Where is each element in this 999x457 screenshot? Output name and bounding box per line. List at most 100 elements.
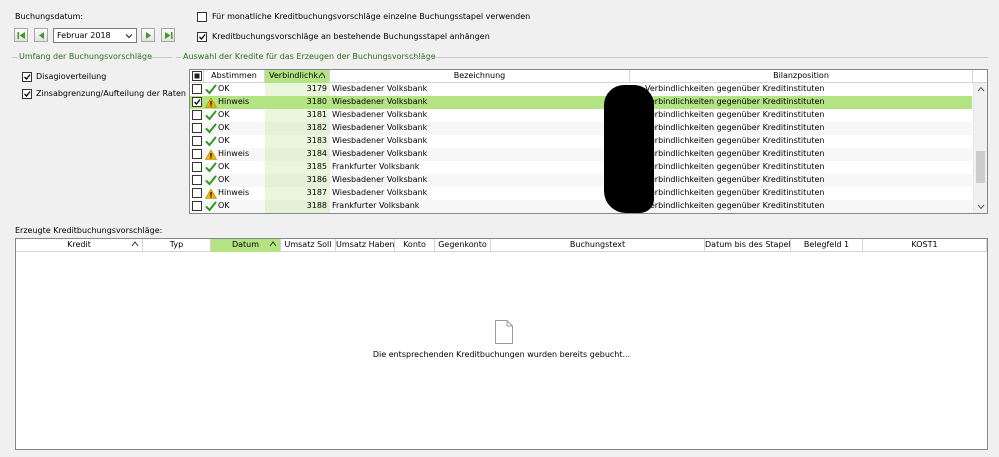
col-konto[interactable]: Konto (395, 239, 435, 252)
bezeichnung-text: Wiesbadener Volksbank (332, 188, 428, 197)
row-select-checkbox[interactable] (192, 97, 202, 107)
bezeichnung-text: Wiesbadener Volksbank (332, 123, 428, 132)
verbindlichkeit-nr: 3182 (265, 122, 330, 135)
vertical-scrollbar[interactable] (973, 83, 987, 213)
table-row[interactable]: OK 3185 Frankfurter Volksbank Verbindlichke… (190, 161, 972, 174)
check-icon (205, 162, 217, 173)
bezeichnung-text: Wiesbadener Volksbank (332, 84, 428, 93)
row-select-checkbox[interactable] (192, 162, 202, 172)
warning-icon (205, 97, 217, 108)
next-month-button[interactable] (141, 28, 155, 42)
zinsabgrenzung-checkbox[interactable] (22, 89, 32, 99)
redaction-mark (604, 85, 654, 213)
col-datum[interactable]: Datum (211, 239, 281, 252)
status-text: OK (218, 84, 230, 93)
bilanzposition-text: Verbindlichkeiten gegenüber Kreditinstit… (645, 84, 825, 93)
verbindlichkeit-nr: 3183 (265, 135, 330, 148)
chevron-down-icon (125, 34, 133, 39)
skip-first-icon (17, 32, 25, 39)
check-icon (205, 123, 217, 134)
col-buchungstext[interactable]: Buchungstext (491, 239, 705, 252)
checkmark-icon (199, 34, 206, 40)
disagio-label: Disagioverteilung (36, 72, 107, 81)
scroll-down-icon[interactable] (977, 204, 985, 210)
grid-header: Kredit Typ Datum Umsatz Soll Umsatz Habe… (16, 239, 987, 252)
row-select-checkbox[interactable] (192, 201, 202, 211)
col-kredit[interactable]: Kredit (16, 239, 143, 252)
col-typ[interactable]: Typ (143, 239, 211, 252)
sort-ascending-icon (318, 72, 326, 78)
umfang-group-title: Umfang der Buchungsvorschläge (19, 52, 152, 61)
verbindlichkeit-nr: 3188 (265, 200, 330, 213)
check-icon (205, 84, 217, 95)
group-divider (408, 57, 988, 58)
group-divider (176, 57, 182, 58)
col-gegenkonto[interactable]: Gegenkonto (435, 239, 491, 252)
month-select[interactable]: Februar 2018 (53, 28, 137, 43)
erzeugt-title: Erzeugte Kreditbuchungsvorschläge: (15, 226, 163, 235)
col-umsatz-soll[interactable]: Umsatz Soll (281, 239, 336, 252)
bilanzposition-text: Verbindlichkeiten gegenüber Kreditinstit… (645, 162, 825, 171)
select-all-icon (192, 71, 202, 81)
row-select-checkbox[interactable] (192, 84, 202, 94)
warning-icon (205, 188, 217, 199)
col-abstimmen[interactable]: Abstimmen (204, 70, 265, 83)
col-bezeichnung[interactable]: Bezeichnung (330, 70, 630, 83)
status-text: OK (218, 136, 230, 145)
bezeichnung-text: Frankfurter Volksbank (332, 162, 420, 171)
option-append-stacks-checkbox[interactable] (197, 32, 207, 42)
status-text: Hinweis (218, 97, 250, 106)
option-single-stacks-label: Für monatliche Kreditbuchungsvorschläge … (212, 12, 531, 21)
status-text: OK (218, 162, 230, 171)
col-umsatz-haben[interactable]: Umsatz Haben (336, 239, 395, 252)
check-icon (205, 110, 217, 121)
col-kost1[interactable]: KOST1 (863, 239, 987, 252)
table-row[interactable]: OK 3179 Wiesbadener Volksbank Verbindlichke… (190, 83, 972, 96)
select-all-checkbox[interactable] (190, 70, 204, 83)
row-select-checkbox[interactable] (192, 175, 202, 185)
first-month-button[interactable] (14, 28, 28, 42)
status-icon-cell (205, 201, 217, 214)
table-row[interactable]: Hinweis 3187 Wiesbadener Volksbank Verbindl… (190, 187, 972, 200)
option-single-stacks-checkbox[interactable] (197, 12, 207, 22)
table-row[interactable]: Hinweis 3184 Wiesbadener Volksbank Verbindl… (190, 148, 972, 161)
col-verbindlichkeit[interactable]: Verbindlichk... (265, 70, 330, 83)
scroll-thumb[interactable] (976, 151, 985, 183)
scroll-up-icon[interactable] (977, 86, 985, 92)
row-select-checkbox[interactable] (192, 149, 202, 159)
table-row[interactable]: OK 3181 Wiesbadener Volksbank Verbindlichke… (190, 109, 972, 122)
row-select-checkbox[interactable] (192, 123, 202, 133)
col-bilanzposition[interactable]: Bilanzposition (630, 70, 973, 83)
table-row[interactable]: OK 3188 Frankfurter Volksbank Verbindlichke… (190, 200, 972, 213)
verbindlichkeit-nr: 3186 (265, 174, 330, 187)
table-row[interactable]: OK 3186 Wiesbadener Volksbank Verbindlichke… (190, 174, 972, 187)
col-belegfeld-1[interactable]: Belegfeld 1 (791, 239, 863, 252)
status-text: OK (218, 201, 230, 210)
disagio-checkbox[interactable] (22, 72, 32, 82)
warning-icon (205, 149, 217, 160)
table-row[interactable]: OK 3183 Wiesbadener Volksbank Verbindlichke… (190, 135, 972, 148)
option-append-stacks-label: Kreditbuchungsvorschläge an bestehende B… (212, 32, 490, 41)
check-icon (205, 175, 217, 186)
verbindlichkeit-nr: 3180 (306, 97, 327, 106)
row-select-checkbox[interactable] (192, 188, 202, 198)
kredit-selection-grid[interactable]: Abstimmen Verbindlichk... Bezeichnung Bi… (189, 69, 988, 214)
table-row[interactable]: Hinweis 3180 Wiesbadener Volksbank Verbindl… (190, 96, 972, 109)
row-select-checkbox[interactable] (192, 136, 202, 146)
row-select-checkbox[interactable] (192, 110, 202, 120)
table-row[interactable]: OK 3182 Wiesbadener Volksbank Verbindlichke… (190, 122, 972, 135)
last-month-button[interactable] (161, 28, 175, 42)
bilanzposition-text: Verbindlichkeiten gegenüber Kreditinstit… (645, 188, 825, 197)
previous-month-button[interactable] (34, 28, 48, 42)
status-text: OK (218, 123, 230, 132)
buchungsvorschlaege-grid[interactable]: Kredit Typ Datum Umsatz Soll Umsatz Habe… (15, 238, 988, 450)
verbindlichkeit-nr: 3185 (265, 161, 330, 174)
col-datum-bis-stapel[interactable]: Datum bis des Stapels (705, 239, 791, 252)
bezeichnung-text: Frankfurter Volksbank (332, 201, 420, 210)
sort-ascending-icon (131, 241, 139, 247)
bezeichnung-text: Wiesbadener Volksbank (332, 97, 428, 106)
verbindlichkeit-nr: 3187 (265, 187, 330, 200)
skip-last-icon (165, 32, 173, 39)
group-divider (138, 57, 172, 58)
bezeichnung-text: Wiesbadener Volksbank (332, 136, 428, 145)
